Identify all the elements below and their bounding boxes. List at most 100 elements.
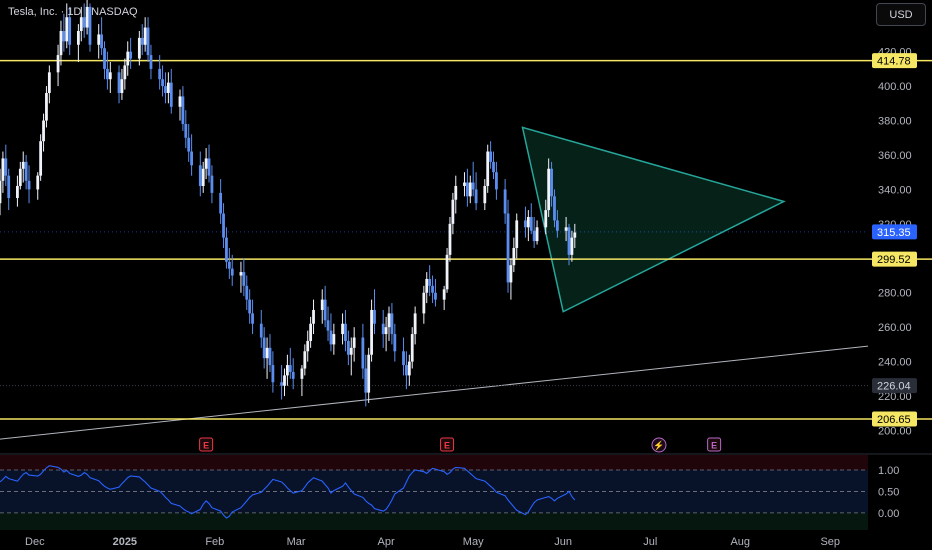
candle-body bbox=[245, 285, 249, 300]
candle-body bbox=[259, 323, 263, 338]
x-axis-tick-label: Jul bbox=[643, 536, 657, 548]
candle-body bbox=[553, 196, 556, 221]
y-axis-tick-label: 400.00 bbox=[878, 81, 912, 93]
y-axis-tick-label: 340.00 bbox=[878, 184, 912, 196]
candle-body bbox=[62, 30, 66, 42]
candle-body bbox=[143, 27, 147, 45]
x-axis-tick-label: Jun bbox=[554, 536, 572, 548]
candle-body bbox=[300, 368, 304, 379]
candle-body bbox=[555, 220, 559, 231]
candle-body bbox=[178, 96, 182, 107]
candle-body bbox=[184, 123, 188, 138]
candle-body bbox=[474, 189, 478, 204]
candle-body bbox=[265, 347, 269, 359]
candle-body bbox=[126, 51, 130, 66]
candle-body bbox=[271, 365, 275, 383]
candle-body bbox=[204, 158, 208, 169]
candle-body bbox=[239, 272, 243, 276]
chart-canvas[interactable]: 200.00220.00240.00260.00280.00300.00320.… bbox=[0, 0, 932, 550]
candle-body bbox=[225, 237, 228, 262]
candle-body bbox=[201, 168, 205, 186]
candle-body bbox=[123, 65, 127, 80]
candle-body bbox=[198, 165, 202, 186]
candle-body bbox=[181, 96, 185, 124]
candle-body bbox=[285, 365, 289, 376]
y-axis-tick-label: 260.00 bbox=[878, 322, 912, 334]
candle-body bbox=[306, 340, 310, 352]
candle-body bbox=[515, 220, 519, 248]
candle-body bbox=[97, 34, 101, 45]
candle-body bbox=[283, 375, 286, 386]
dividend-marker-label: ⚡ bbox=[653, 440, 664, 452]
candle-body bbox=[332, 334, 336, 345]
candle-body bbox=[312, 309, 315, 324]
candle-body bbox=[465, 182, 469, 197]
earnings-marker-label: E bbox=[444, 441, 450, 451]
candle-body bbox=[445, 254, 449, 290]
candle-body bbox=[471, 182, 475, 190]
candle-body bbox=[428, 278, 432, 286]
candle-body bbox=[65, 17, 69, 42]
price-label-text: 206.65 bbox=[877, 414, 911, 426]
candle-body bbox=[103, 48, 106, 69]
candle-body bbox=[4, 158, 8, 176]
candle-body bbox=[268, 347, 272, 366]
indicator-overbought-zone bbox=[0, 455, 868, 470]
x-axis-tick-label: Mar bbox=[287, 536, 306, 548]
candle-body bbox=[442, 289, 446, 300]
candle-body bbox=[463, 182, 466, 186]
candle-body bbox=[346, 340, 350, 355]
candle-body bbox=[210, 175, 214, 193]
candle-body bbox=[570, 237, 574, 255]
candle-body bbox=[344, 323, 347, 341]
candle-body bbox=[187, 137, 191, 152]
price-label-text: 414.78 bbox=[877, 56, 911, 68]
x-axis-tick-label: Sep bbox=[820, 536, 840, 548]
candle-body bbox=[352, 337, 356, 348]
indicator-tick-label: 1.00 bbox=[878, 465, 899, 477]
candle-body bbox=[18, 168, 22, 186]
x-axis-tick-label: May bbox=[463, 536, 484, 548]
currency-button[interactable]: USD bbox=[876, 3, 926, 26]
candle-body bbox=[393, 334, 397, 352]
y-axis-tick-label: 380.00 bbox=[878, 116, 912, 128]
chart-title: Tesla, Inc. · 1D · NASDAQ bbox=[8, 6, 138, 18]
candle-body bbox=[140, 37, 144, 45]
candle-body bbox=[451, 199, 455, 224]
candle-body bbox=[248, 299, 252, 314]
candle-body bbox=[486, 151, 490, 186]
candle-body bbox=[137, 37, 141, 59]
candle-body bbox=[364, 368, 368, 393]
candle-body bbox=[82, 17, 86, 28]
candle-body bbox=[303, 351, 307, 369]
candle-body bbox=[222, 213, 225, 238]
candle-body bbox=[42, 120, 45, 142]
candle-body bbox=[535, 227, 539, 242]
candle-body bbox=[489, 151, 493, 162]
candle-body bbox=[27, 180, 31, 190]
candle-body bbox=[100, 34, 104, 49]
candle-body bbox=[117, 72, 121, 93]
candle-body bbox=[384, 327, 388, 335]
candle-body bbox=[1, 158, 5, 181]
candle-body bbox=[262, 337, 266, 359]
candle-body bbox=[68, 17, 72, 45]
price-label-text: 226.04 bbox=[877, 381, 911, 393]
candle-body bbox=[390, 313, 394, 335]
candle-body bbox=[207, 158, 211, 176]
candle-body bbox=[16, 185, 19, 199]
candle-body bbox=[39, 141, 43, 176]
candle-body bbox=[59, 30, 63, 56]
candle-body bbox=[129, 51, 133, 59]
candle-body bbox=[164, 86, 167, 93]
candle-body bbox=[413, 313, 417, 335]
candle-body bbox=[36, 175, 40, 190]
candle-body bbox=[149, 55, 153, 69]
x-axis-tick-label: Dec bbox=[25, 536, 45, 548]
candle-body bbox=[492, 161, 495, 173]
candle-body bbox=[106, 68, 109, 80]
candle-body bbox=[0, 180, 2, 204]
candle-body bbox=[169, 82, 173, 107]
price-label-text: 315.35 bbox=[877, 227, 911, 239]
candle-body bbox=[402, 351, 405, 366]
